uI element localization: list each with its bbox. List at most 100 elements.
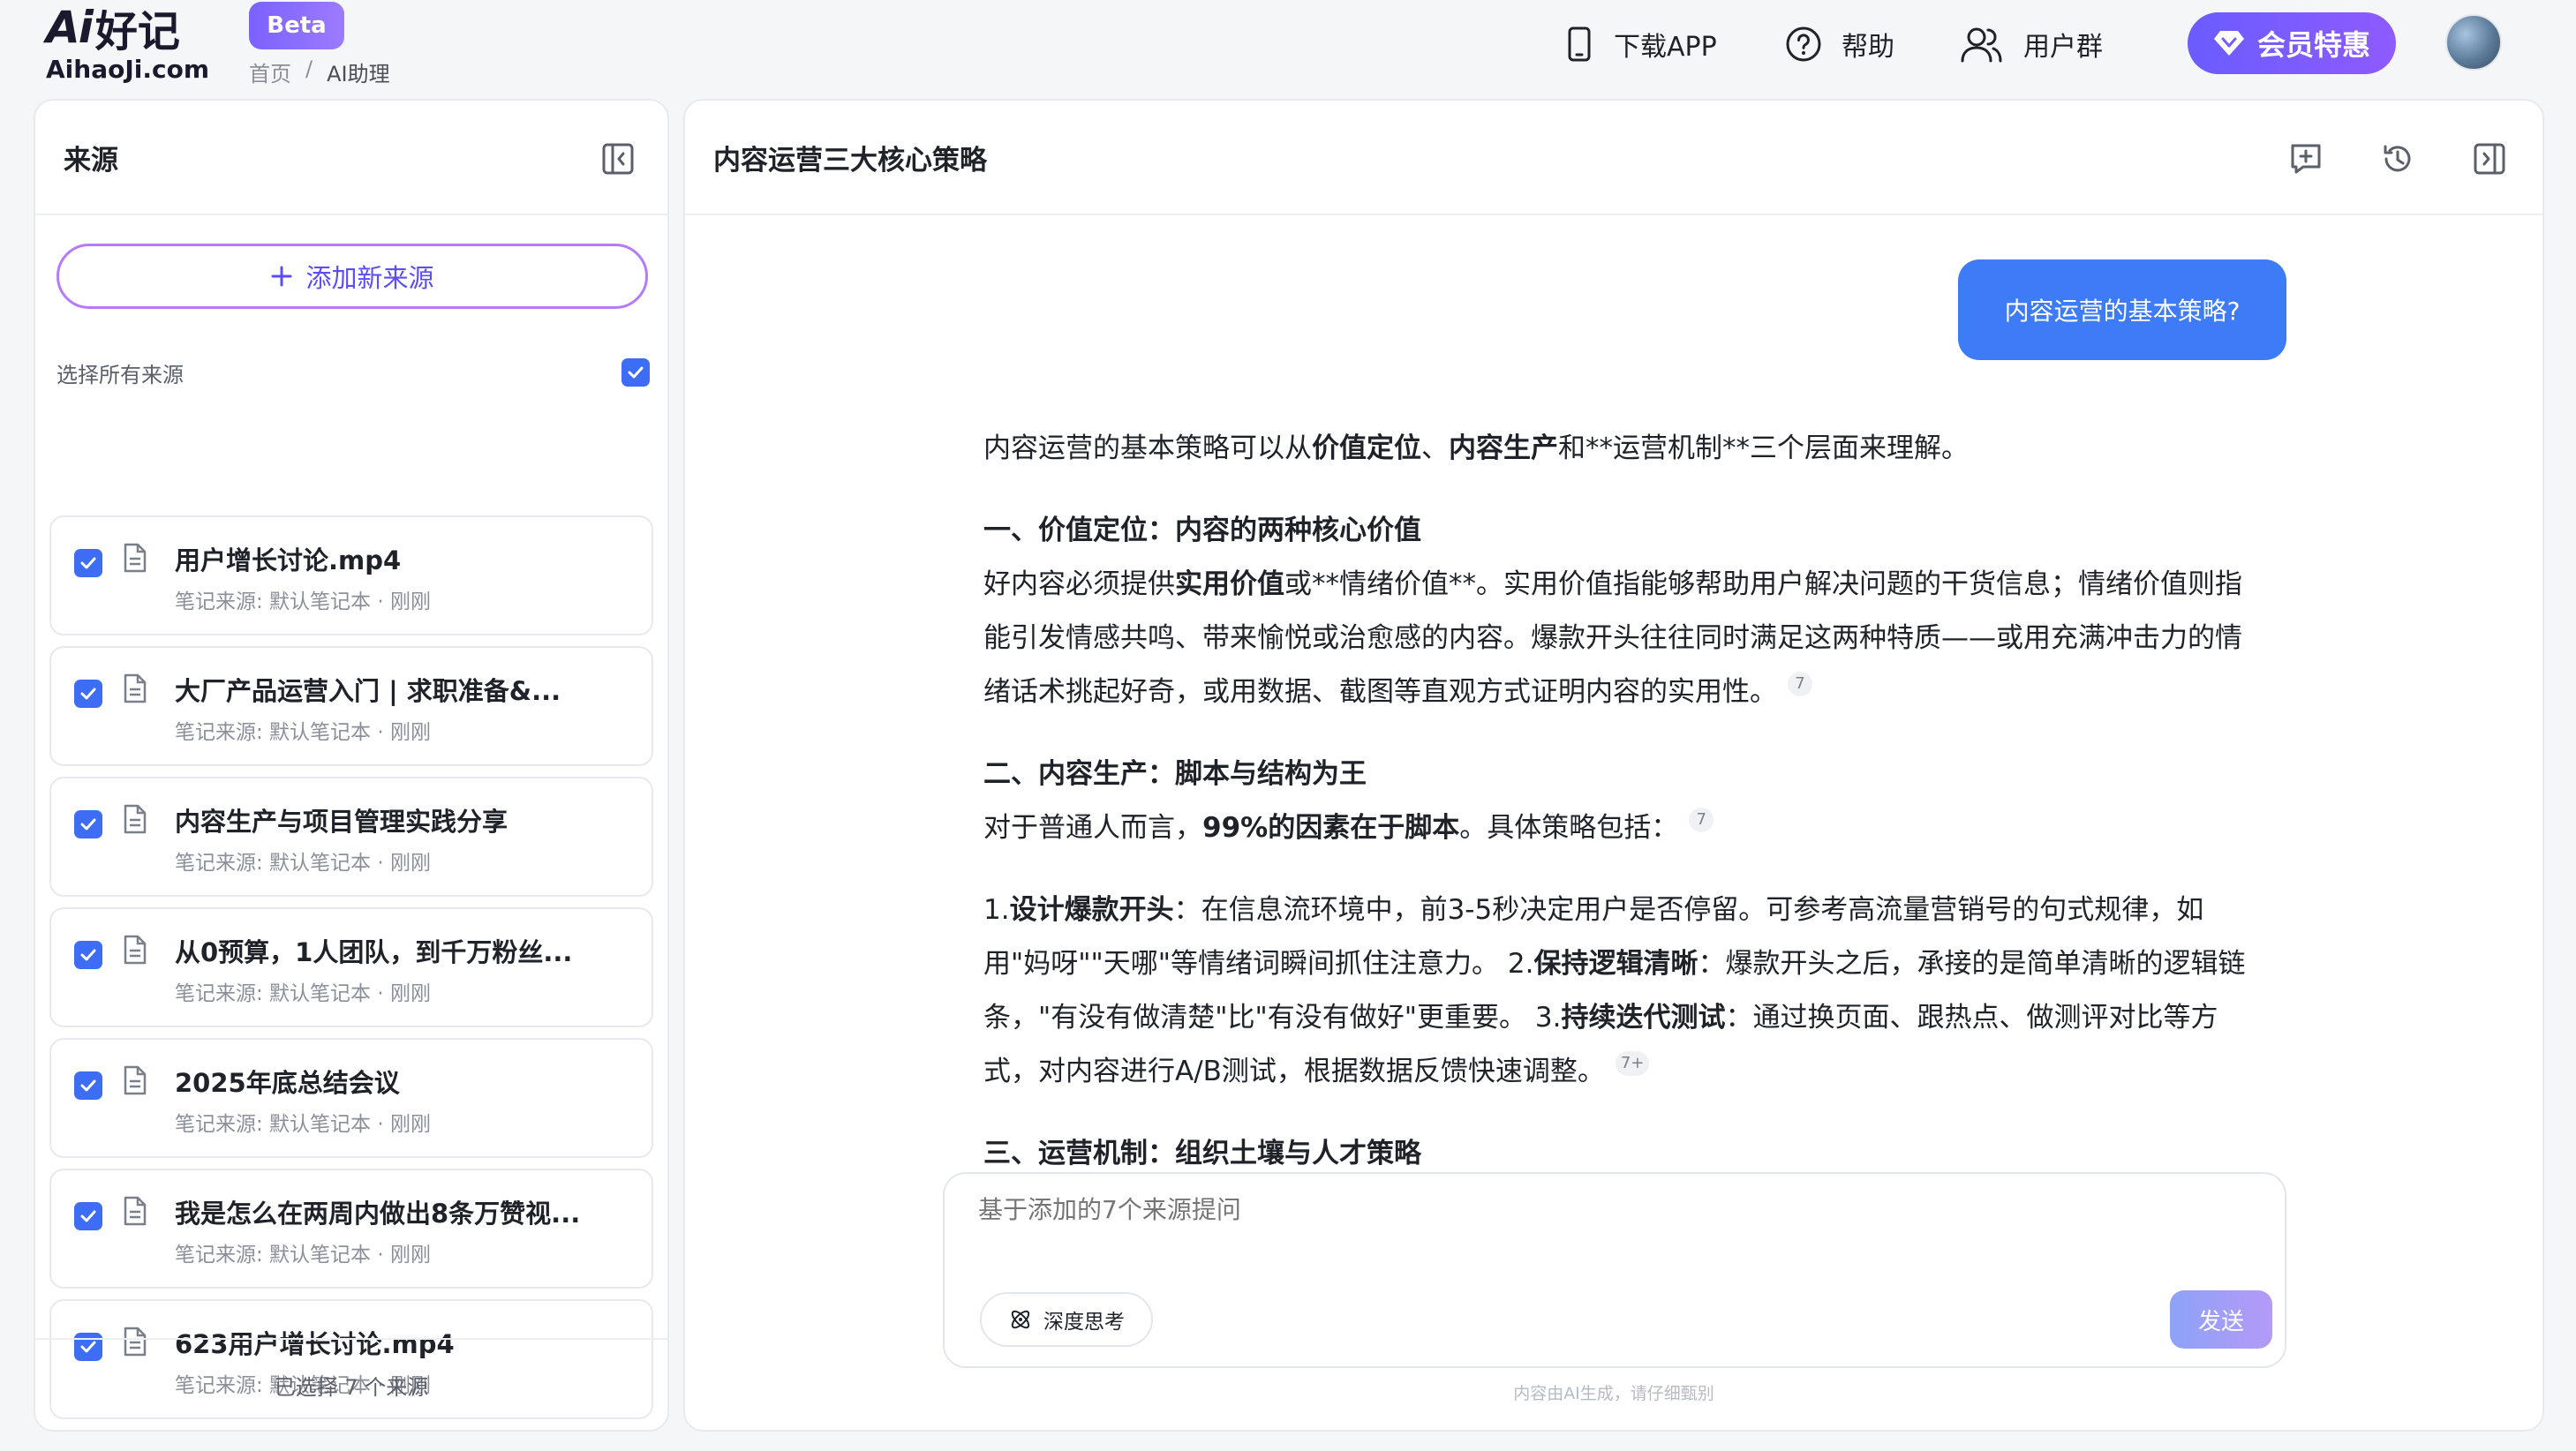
logo-ai-text: Ai bbox=[46, 2, 94, 53]
document-icon bbox=[124, 1065, 147, 1095]
source-meta: 笔记来源: 默认笔记本 · 刚刚 bbox=[175, 852, 431, 875]
source-meta: 笔记来源: 默认笔记本 · 刚刚 bbox=[175, 1244, 431, 1267]
source-meta: 笔记来源: 默认笔记本 · 刚刚 bbox=[175, 1113, 431, 1136]
answer-text: 、 bbox=[1421, 432, 1449, 464]
new-chat-button[interactable] bbox=[2285, 138, 2327, 180]
sources-title: 来源 bbox=[64, 144, 118, 177]
source-meta: 笔记来源: 默认笔记本 · 刚刚 bbox=[175, 721, 431, 744]
answer-text: 3. bbox=[1534, 1002, 1562, 1034]
deep-think-label: 深度思考 bbox=[1043, 1311, 1125, 1334]
source-name: 2025年底总结会议 bbox=[175, 1068, 400, 1098]
document-icon bbox=[124, 1196, 147, 1226]
chat-panel: 内容运营三大核心策略 内容运营的基本策略? 内容运营的基本策略可以从价值定位、内… bbox=[683, 99, 2544, 1432]
check-icon bbox=[80, 1210, 96, 1222]
document-icon bbox=[124, 935, 147, 965]
source-item[interactable]: 我是怎么在两周内做出8条万赞视... 笔记来源: 默认笔记本 · 刚刚 bbox=[49, 1169, 653, 1289]
select-all-label: 选择所有来源 bbox=[56, 362, 184, 387]
select-all-checkbox[interactable] bbox=[621, 358, 650, 387]
answer-bold: 保持逻辑清晰 bbox=[1533, 948, 1699, 980]
help-link[interactable]: 帮助 bbox=[1785, 19, 1894, 69]
document-icon bbox=[124, 804, 147, 834]
answer-text: 内容运营的基本策略可以从 bbox=[983, 432, 1312, 464]
sidebar-collapse-icon bbox=[602, 143, 634, 175]
logo-cn-text: 好记 bbox=[94, 7, 180, 56]
answer-text: 和**运营机制**三个层面来理解。 bbox=[1558, 432, 1969, 464]
source-item[interactable]: 用户增长讨论.mp4 笔记来源: 默认笔记本 · 刚刚 bbox=[49, 515, 653, 635]
breadcrumb-home[interactable]: 首页 bbox=[249, 56, 291, 87]
logo-site-text: AihaoJi.com bbox=[46, 55, 209, 84]
atom-icon bbox=[1011, 1310, 1030, 1329]
source-item[interactable]: 内容生产与项目管理实践分享 笔记来源: 默认笔记本 · 刚刚 bbox=[49, 777, 653, 897]
user-avatar[interactable] bbox=[2445, 14, 2502, 71]
download-app-link[interactable]: 下载APP bbox=[1564, 19, 1717, 69]
deep-think-toggle[interactable]: 深度思考 bbox=[980, 1292, 1153, 1347]
selected-count: 已选择 7 个来源 bbox=[35, 1338, 667, 1430]
answer-text: 2. bbox=[1507, 948, 1534, 980]
help-label: 帮助 bbox=[1842, 32, 1894, 63]
source-checkbox[interactable] bbox=[74, 1071, 102, 1100]
answer-paragraph: 对于普通人而言，99%的因素在于脚本。具体策略包括： 7 bbox=[983, 801, 2255, 855]
document-icon bbox=[124, 673, 147, 703]
source-meta: 笔记来源: 默认笔记本 · 刚刚 bbox=[175, 590, 431, 613]
section-heading: 一、价值定位：内容的两种核心价值 bbox=[983, 515, 1421, 546]
beta-badge: Beta bbox=[249, 2, 344, 49]
answer-paragraph: 好内容必须提供实用价值或**情绪价值**。实用价值指能够帮助用户解决问题的干货信… bbox=[983, 558, 2255, 719]
answer-text: 。具体策略包括： bbox=[1459, 812, 1679, 844]
phone-icon bbox=[1568, 26, 1591, 62]
source-item[interactable]: 2025年底总结会议 笔记来源: 默认笔记本 · 刚刚 bbox=[49, 1038, 653, 1158]
site-logo[interactable]: Ai 好记 AihaoJi.com bbox=[46, 2, 222, 85]
breadcrumb-current: AI助理 bbox=[327, 62, 390, 86]
plus-icon bbox=[271, 266, 292, 287]
chat-composer: 深度思考 发送 bbox=[943, 1172, 2286, 1368]
vip-offer-label: 会员特惠 bbox=[2256, 28, 2370, 62]
user-group-label: 用户群 bbox=[2023, 32, 2103, 63]
user-group-link[interactable]: 用户群 bbox=[1960, 19, 2103, 69]
source-checkbox[interactable] bbox=[74, 1202, 102, 1230]
check-icon bbox=[80, 818, 96, 831]
answer-bold: 内容生产 bbox=[1449, 432, 1558, 464]
assistant-answer: 内容运营的基本策略可以从价值定位、内容生产和**运营机制**三个层面来理解。 一… bbox=[983, 422, 2255, 1266]
download-app-label: 下载APP bbox=[1614, 32, 1717, 63]
source-checkbox[interactable] bbox=[74, 941, 102, 969]
source-item[interactable]: 大厂产品运营入门 | 求职准备&... 笔记来源: 默认笔记本 · 刚刚 bbox=[49, 646, 653, 766]
sources-panel: 来源 添加新来源 选择所有来源 用户增长讨论.mp4 笔记来源: 默认笔记本 ·… bbox=[34, 99, 669, 1432]
source-checkbox[interactable] bbox=[74, 810, 102, 838]
question-input[interactable] bbox=[978, 1195, 2126, 1224]
chat-title: 内容运营三大核心策略 bbox=[713, 144, 987, 177]
document-icon bbox=[124, 543, 147, 573]
answer-bold: 设计爆款开头 bbox=[1009, 894, 1174, 926]
citation-badge[interactable]: 7 bbox=[1689, 808, 1714, 832]
answer-bold: 99%的因素在于脚本 bbox=[1202, 812, 1460, 844]
answer-text: 1. bbox=[983, 894, 1010, 926]
check-icon bbox=[80, 1079, 96, 1092]
top-bar: Ai 好记 AihaoJi.com Beta 首页 / AI助理 下载APP 帮… bbox=[0, 0, 2576, 94]
source-item[interactable]: 从0预算，1人团队，到千万粉丝... 笔记来源: 默认笔记本 · 刚刚 bbox=[49, 907, 653, 1027]
check-icon bbox=[80, 688, 96, 700]
answer-bold: 价值定位 bbox=[1312, 432, 1421, 464]
chat-header: 内容运营三大核心策略 bbox=[685, 101, 2542, 215]
citation-badge[interactable]: 7 bbox=[1788, 672, 1812, 696]
source-name: 我是怎么在两周内做出8条万赞视... bbox=[175, 1199, 581, 1229]
collapse-sources-button[interactable] bbox=[597, 138, 639, 180]
citation-badge[interactable]: 7+ bbox=[1615, 1051, 1650, 1076]
vip-offer-button[interactable]: 会员特惠 bbox=[2188, 12, 2396, 74]
answer-bold: 持续迭代测试 bbox=[1561, 1002, 1726, 1034]
section-heading: 二、内容生产：脚本与结构为王 bbox=[983, 758, 1367, 790]
source-checkbox[interactable] bbox=[74, 549, 102, 577]
answer-paragraph: 1.设计爆款开头：在信息流环境中，前3-5秒决定用户是否停留。可参考高流量营销号… bbox=[983, 883, 2255, 1099]
toggle-panel-button[interactable] bbox=[2468, 138, 2511, 180]
history-icon bbox=[2384, 145, 2411, 172]
source-meta: 笔记来源: 默认笔记本 · 刚刚 bbox=[175, 982, 431, 1005]
source-name: 从0预算，1人团队，到千万粉丝... bbox=[175, 937, 573, 967]
users-icon bbox=[1961, 27, 2002, 63]
select-all-row: 选择所有来源 bbox=[56, 346, 650, 399]
source-name: 用户增长讨论.mp4 bbox=[175, 545, 402, 575]
history-button[interactable] bbox=[2376, 138, 2419, 180]
new-chat-icon bbox=[2291, 144, 2321, 174]
check-icon bbox=[80, 949, 96, 961]
source-checkbox[interactable] bbox=[74, 680, 102, 708]
breadcrumb: 首页 / AI助理 bbox=[249, 56, 390, 87]
send-button[interactable]: 发送 bbox=[2170, 1290, 2272, 1349]
diamond-icon bbox=[2213, 31, 2244, 56]
add-source-button[interactable]: 添加新来源 bbox=[56, 244, 648, 309]
